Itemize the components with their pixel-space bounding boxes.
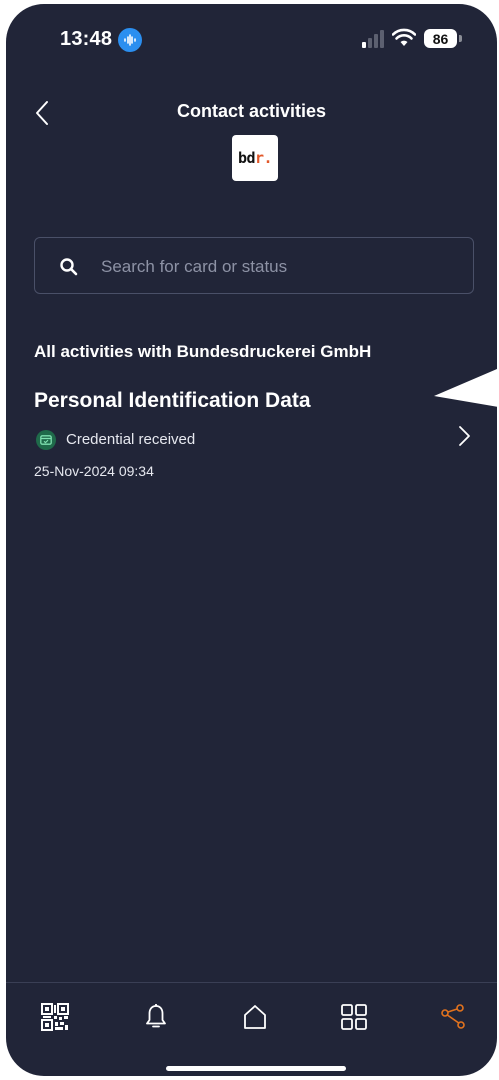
nav-qr-code[interactable] — [35, 997, 75, 1037]
nav-notifications[interactable] — [136, 997, 176, 1037]
activity-date: 25-Nov-2024 09:34 — [34, 463, 154, 479]
bottom-navigation — [6, 983, 497, 1063]
search-box[interactable] — [34, 237, 474, 294]
audio-recording-icon — [118, 28, 142, 52]
logo-text-accent: r. — [255, 149, 273, 167]
nav-wallet[interactable] — [334, 997, 374, 1037]
status-time: 13:48 — [60, 28, 113, 50]
search-input[interactable] — [99, 252, 453, 282]
section-heading: All activities with Bundesdruckerei GmbH — [34, 342, 372, 361]
nav-connections[interactable] — [433, 997, 473, 1037]
home-indicator[interactable] — [166, 1066, 346, 1071]
activity-item[interactable]: Personal Identification Data Credential … — [6, 379, 497, 489]
credential-card-icon — [36, 430, 56, 450]
phone-screen: 13:48 86 Contact activities bd r. Search… — [6, 4, 497, 1076]
activity-title: Personal Identification Data — [34, 389, 311, 412]
wifi-icon — [392, 28, 416, 46]
battery-icon: 86 — [424, 29, 457, 48]
nav-home[interactable] — [235, 997, 275, 1037]
grid-icon — [341, 1004, 367, 1030]
battery-tip — [459, 35, 462, 42]
battery-level: 86 — [432, 30, 449, 47]
cellular-signal-icon — [362, 30, 384, 48]
home-icon — [244, 1005, 266, 1029]
qr-code-icon — [41, 1003, 69, 1031]
company-logo: bd r. — [232, 135, 278, 181]
chevron-right-icon — [459, 426, 470, 446]
logo-text-main: bd — [237, 149, 256, 167]
connections-icon — [441, 1004, 465, 1029]
page-title: Contact activities — [176, 101, 327, 121]
bell-icon — [146, 1004, 166, 1028]
activity-status: Credential received — [66, 431, 196, 448]
status-bar: 13:48 86 — [6, 4, 497, 74]
search-icon — [60, 258, 78, 276]
